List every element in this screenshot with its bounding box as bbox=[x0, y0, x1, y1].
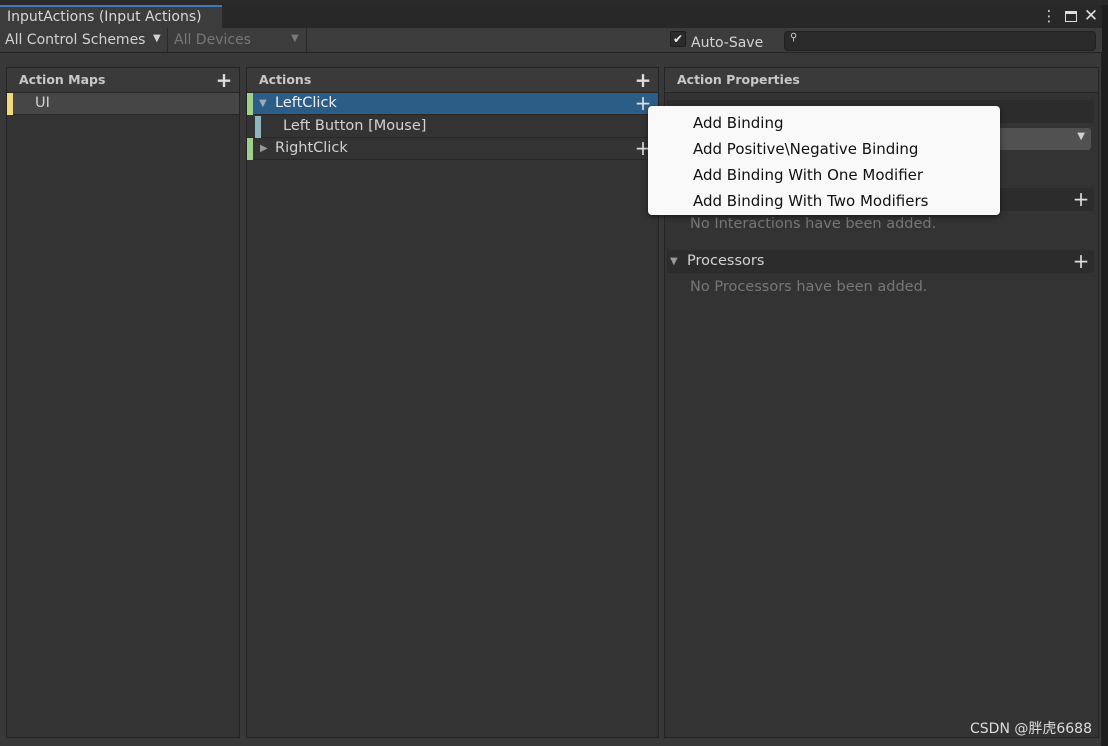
action-maps-panel: Action Maps + UI bbox=[6, 67, 240, 738]
action-maps-title: Action Maps bbox=[19, 72, 106, 87]
actions-title: Actions bbox=[259, 72, 312, 87]
menu-item-add-binding[interactable]: Add Binding bbox=[648, 110, 1000, 136]
add-binding-context-menu: Add Binding Add Positive\Negative Bindin… bbox=[648, 106, 1000, 215]
action-item-rightclick[interactable]: ▶ RightClick + bbox=[247, 138, 658, 160]
auto-save-checkbox[interactable]: ✔ bbox=[670, 31, 686, 47]
processors-empty-text: No Processors have been added. bbox=[690, 279, 928, 295]
action-label: LeftClick bbox=[275, 95, 337, 111]
binding-item[interactable]: Left Button [Mouse] bbox=[247, 116, 658, 138]
processors-title: Processors bbox=[687, 253, 765, 269]
action-item-leftclick[interactable]: ▼ LeftClick + bbox=[247, 93, 658, 115]
maximize-icon[interactable] bbox=[1062, 7, 1080, 25]
action-color-bar bbox=[247, 138, 253, 160]
control-schemes-dropdown[interactable]: All Control Schemes ▼ bbox=[0, 28, 168, 52]
search-icon: ⚲ bbox=[790, 32, 798, 43]
close-icon[interactable]: ✕ bbox=[1082, 7, 1100, 25]
title-bar: InputActions (Input Actions) ⋮ ✕ bbox=[0, 5, 1102, 28]
menu-item-add-binding-one-modifier[interactable]: Add Binding With One Modifier bbox=[648, 162, 1000, 188]
action-properties-header: Action Properties bbox=[665, 68, 1098, 93]
search-input[interactable]: ⚲ bbox=[784, 31, 1096, 51]
action-color-bar bbox=[247, 93, 253, 115]
devices-label: All Devices bbox=[174, 32, 251, 48]
menu-item-add-binding-two-modifiers[interactable]: Add Binding With Two Modifiers bbox=[648, 188, 1000, 214]
chevron-down-icon: ▼ bbox=[291, 33, 299, 44]
add-action-icon[interactable]: + bbox=[634, 70, 652, 90]
window-tab[interactable]: InputActions (Input Actions) bbox=[0, 5, 222, 28]
kebab-menu-icon[interactable]: ⋮ bbox=[1040, 7, 1058, 25]
collapsed-triangle-icon[interactable]: ▶ bbox=[260, 138, 268, 159]
interactions-empty-text: No Interactions have been added. bbox=[690, 216, 937, 232]
binding-label: Left Button [Mouse] bbox=[283, 118, 427, 134]
actions-panel: Actions + ▼ LeftClick + Left Button [Mou… bbox=[246, 67, 659, 738]
actions-header: Actions + bbox=[247, 68, 658, 93]
chevron-down-icon: ▼ bbox=[153, 33, 161, 44]
processors-header[interactable]: ▼ Processors + bbox=[667, 250, 1094, 273]
action-properties-title: Action Properties bbox=[677, 72, 800, 87]
action-map-item[interactable]: UI bbox=[7, 93, 239, 115]
expanded-triangle-icon[interactable]: ▼ bbox=[670, 251, 678, 273]
action-map-color-bar bbox=[7, 93, 13, 115]
binding-color-bar bbox=[255, 116, 261, 138]
chevron-down-icon: ▼ bbox=[1077, 131, 1085, 142]
action-type-dropdown[interactable]: ▼ bbox=[995, 128, 1091, 150]
action-map-label: UI bbox=[35, 95, 50, 111]
action-maps-header: Action Maps + bbox=[7, 68, 239, 93]
toolbar: All Control Schemes ▼ All Devices ▼ ✔ Au… bbox=[0, 28, 1102, 53]
add-processor-icon[interactable]: + bbox=[1072, 251, 1090, 271]
menu-item-add-positive-negative-binding[interactable]: Add Positive\Negative Binding bbox=[648, 136, 1000, 162]
devices-dropdown[interactable]: All Devices ▼ bbox=[169, 28, 307, 52]
expanded-triangle-icon[interactable]: ▼ bbox=[259, 93, 267, 114]
action-label: RightClick bbox=[275, 140, 348, 156]
control-schemes-label: All Control Schemes bbox=[5, 32, 146, 48]
add-interaction-icon[interactable]: + bbox=[1072, 189, 1090, 209]
add-action-map-icon[interactable]: + bbox=[215, 70, 233, 90]
watermark: CSDN @胖虎6688 bbox=[970, 721, 1092, 737]
auto-save-label: Auto-Save bbox=[691, 35, 764, 51]
